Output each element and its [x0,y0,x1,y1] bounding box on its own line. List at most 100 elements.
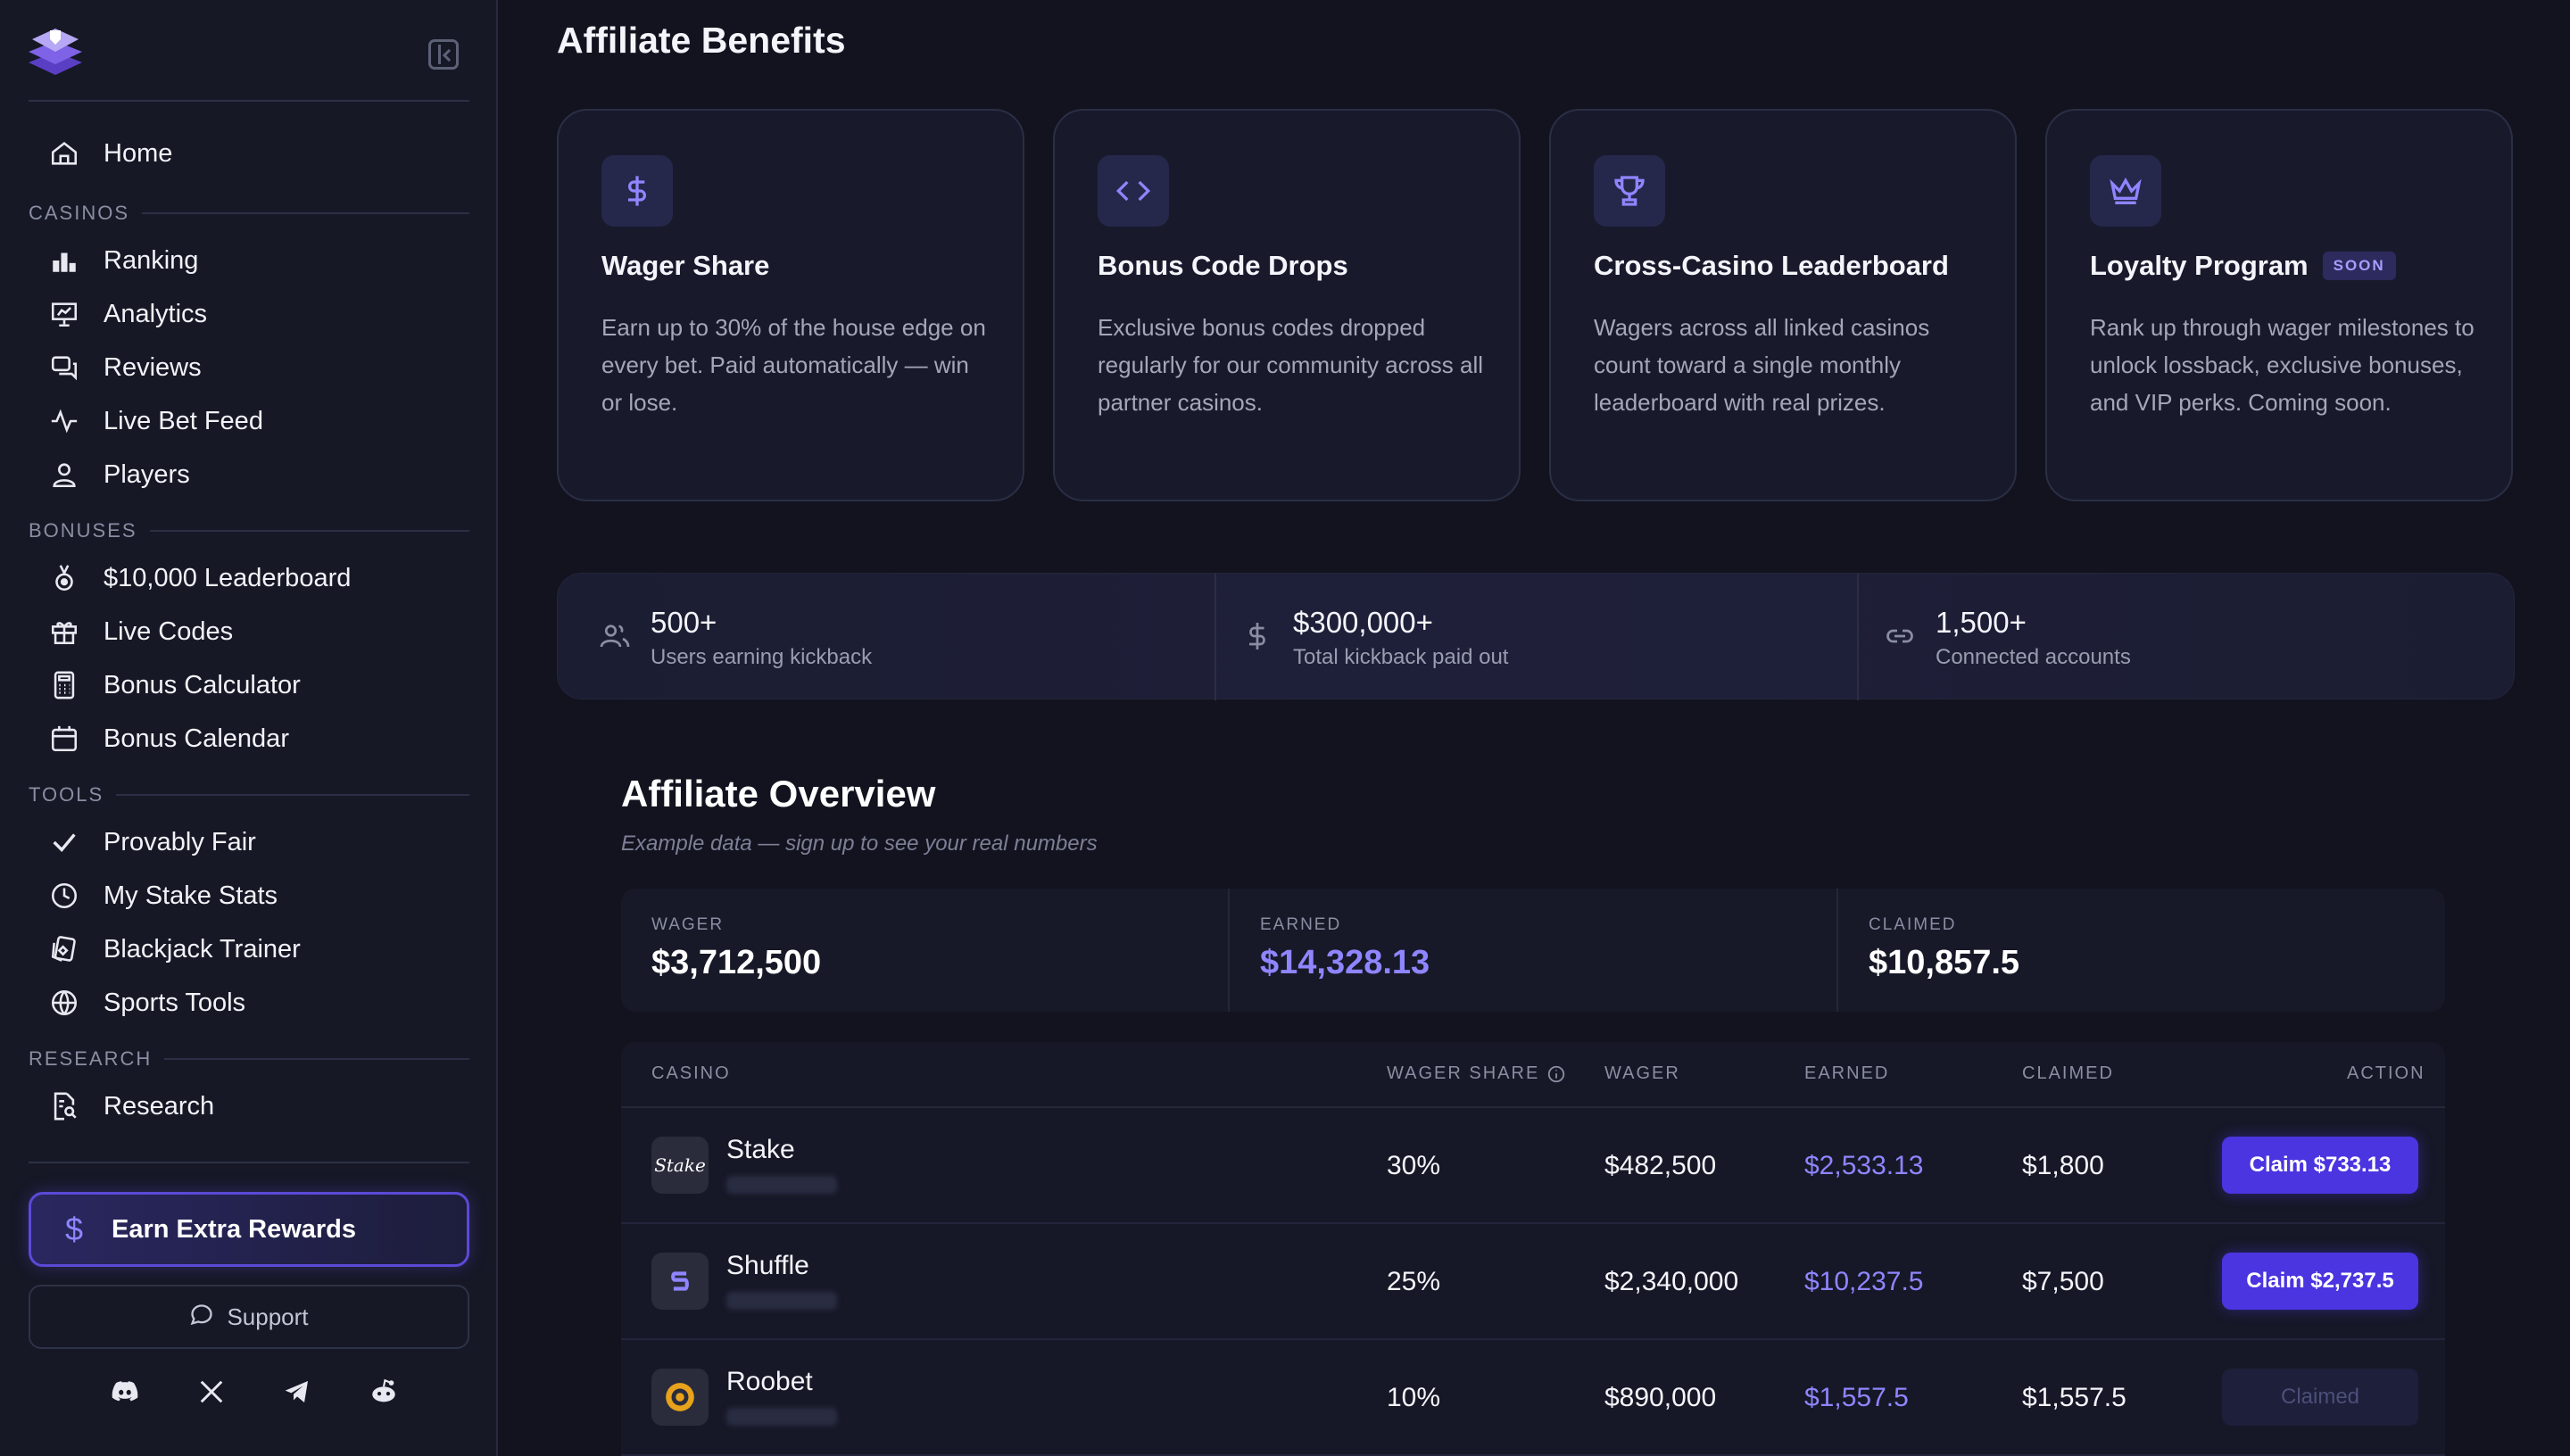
gift-icon [37,614,91,649]
summary-value: $14,328.13 [1260,944,1430,981]
globe-icon [37,985,91,1021]
calendar-icon [37,721,91,757]
nav-sports-tools[interactable]: Sports Tools [29,978,469,1028]
nav-label: Blackjack Trainer [104,934,301,964]
stat-value: 500+ [651,606,717,639]
nav-live-codes[interactable]: Live Codes [29,607,469,657]
nav-bonus-calendar[interactable]: Bonus Calendar [29,714,469,764]
nav-leaderboard[interactable]: $10,000 Leaderboard [29,553,469,603]
document-search-icon [37,1088,91,1124]
nav-reviews[interactable]: Reviews [29,343,469,393]
card-title: Cross-Casino Leaderboard [1594,250,1949,281]
nav-label: Provably Fair [104,827,256,856]
table-row: Shuffle 25% $2,340,000 $10,237.5 $7,500 … [621,1224,2445,1340]
nav-bonus-calculator[interactable]: Bonus Calculator [29,660,469,710]
x-icon[interactable] [194,1374,229,1410]
nav-label: Players [104,459,190,489]
nav-provably-fair[interactable]: Provably Fair [29,817,469,867]
app-logo[interactable] [27,25,84,79]
overview-subtitle: Example data — sign up to see your real … [621,831,1098,856]
wager-share: 10% [1387,1383,1441,1412]
nav-home[interactable]: Home [29,128,469,178]
reddit-icon[interactable] [366,1374,402,1410]
page-title: Affiliate Benefits [557,20,846,61]
soon-badge: SOON [2322,252,2396,280]
nav-label: Home [104,138,173,168]
stat-value: $300,000+ [1293,606,1433,639]
code-icon [1098,155,1169,227]
column-header-action: ACTION [2347,1063,2425,1083]
check-icon [37,824,91,860]
dollar-icon [601,155,673,227]
nav-label: Sports Tools [104,988,246,1017]
card-description: Rank up through wager milestones to unlo… [2090,314,2475,416]
nav-players[interactable]: Players [29,450,469,500]
claimed-button[interactable]: Claimed [2222,1369,2418,1426]
nav-label: $10,000 Leaderboard [104,563,352,592]
section-title: TOOLS [29,783,104,806]
claimed: $1,800 [2022,1151,2104,1180]
trophy-icon [1594,155,1665,227]
stat-value: 1,500+ [1936,606,2027,639]
stats-bar: 500+ Users earning kickback $300,000+ To… [557,573,2515,700]
claimed: $7,500 [2022,1267,2104,1296]
support-button[interactable]: Support [29,1285,469,1349]
nav-ranking[interactable]: Ranking [29,236,469,285]
column-header-earned: EARNED [1804,1063,1890,1083]
nav-blackjack-trainer[interactable]: Blackjack Trainer [29,924,469,974]
roobet-logo-icon [651,1369,709,1426]
nav-live-bet-feed[interactable]: Live Bet Feed [29,396,469,446]
stake-logo-icon: Stake [651,1137,709,1194]
wager: $2,340,000 [1604,1267,1739,1296]
dollar-icon: $ [64,1211,84,1247]
summary-key: WAGER [651,915,725,934]
column-header-wager: WAGER [1604,1063,1680,1083]
card-title-text: Loyalty Program [2090,250,2309,281]
benefit-card-leaderboard: Cross-Casino Leaderboard Wagers across a… [1549,109,2017,501]
nav-research[interactable]: Research [29,1081,469,1131]
casino-username-blurred [726,1292,837,1310]
shuffle-logo-icon [651,1253,709,1310]
card-description: Wagers across all linked casinos count t… [1594,314,1930,416]
nav-analytics[interactable]: Analytics [29,289,469,339]
stat-label: Users earning kickback [651,645,873,669]
section-title: CASINOS [29,202,130,224]
summary-value: $10,857.5 [1869,944,2020,981]
info-icon[interactable] [1546,1064,1566,1084]
nav-label: Live Bet Feed [104,406,263,435]
claim-button[interactable]: Claim $733.13 [2222,1137,2418,1194]
nav-label: Ranking [104,245,199,275]
benefit-card-loyalty-program: Loyalty Program SOON Rank up through wag… [2045,109,2513,501]
stat-accounts: 1,500+ Connected accounts [1843,574,2500,700]
table-header: CASINO WAGER SHARE WAGER EARNED CLAIMED … [621,1042,2445,1108]
crown-icon [2090,155,2161,227]
ranking-icon [37,243,91,278]
collapse-sidebar-button[interactable] [428,39,459,70]
overview-title: Affiliate Overview [621,773,936,815]
discord-icon[interactable] [107,1374,143,1410]
stat-label: Connected accounts [1936,645,2131,669]
sidebar: Home CASINOS Ranking Analytics Reviews L… [0,0,498,1456]
summary-wager: WAGER $3,712,500 [621,889,1228,1012]
summary-key: EARNED [1260,915,1342,934]
table-row: Roobet 10% $890,000 $1,557.5 $1,557.5 Cl… [621,1340,2445,1456]
casino-name: Roobet [726,1367,813,1396]
claimed: $1,557.5 [2022,1383,2126,1412]
nav-label: My Stake Stats [104,881,278,910]
calculator-icon [37,667,91,703]
section-bonuses: BONUSES [29,517,469,544]
column-header-text: WAGER SHARE [1387,1063,1540,1083]
section-casinos: CASINOS [29,200,469,227]
telegram-icon[interactable] [279,1374,315,1410]
benefit-card-wager-share: Wager Share Earn up to 30% of the house … [557,109,1024,501]
column-header-wager-share: WAGER SHARE [1387,1063,1566,1084]
column-header-claimed: CLAIMED [2022,1063,2114,1083]
table-row: Stake Stake 30% $482,500 $2,533.13 $1,80… [621,1108,2445,1224]
nav-my-stake-stats[interactable]: My Stake Stats [29,871,469,921]
claim-button[interactable]: Claim $2,737.5 [2222,1253,2418,1310]
presentation-chart-icon [37,296,91,332]
users-icon [600,625,630,648]
earn-extra-rewards-button[interactable]: $ Earn Extra Rewards [29,1192,469,1267]
chat-bubbles-icon [37,350,91,385]
earned: $1,557.5 [1804,1383,1909,1412]
